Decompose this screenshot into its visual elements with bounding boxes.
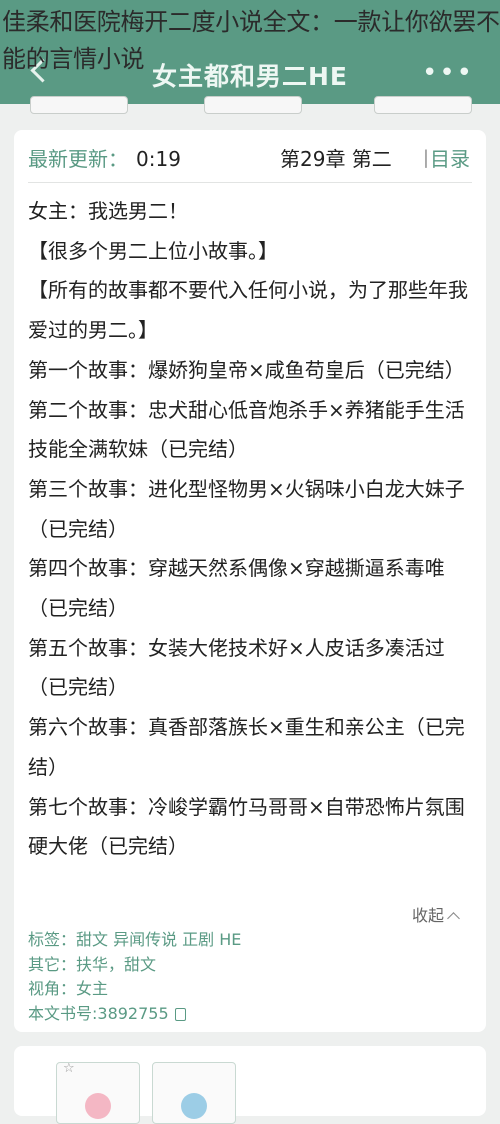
- intro-line: 女主：我选男二！: [28, 199, 188, 223]
- intro-line: 第七个故事：冷峻学霸竹马哥哥×自带恐怖片氛围硬大佬（已完结）: [28, 794, 465, 859]
- book-cover[interactable]: ☆: [56, 1062, 140, 1124]
- others-row: 其它：扶华，甜文: [28, 954, 157, 974]
- intro-line: 【所有的故事都不要代入任何小说，为了那些年我爱过的男二。】: [28, 278, 468, 343]
- latest-update-time: 0:19: [136, 147, 181, 171]
- sub-tab-2[interactable]: [204, 96, 302, 114]
- intro-line: 【很多个男二上位小故事。】: [28, 238, 278, 263]
- latest-update-row: 最新更新： 0:19 第29章 第二 丨 目录: [28, 144, 472, 174]
- divider: [28, 182, 472, 183]
- copy-icon[interactable]: [174, 1007, 186, 1021]
- book-cover[interactable]: [152, 1062, 236, 1124]
- collapse-label: 收起: [411, 906, 444, 925]
- intro-line: 第五个故事：女装大佬技术好×人皮话多凑活过（已完结）: [28, 635, 445, 700]
- sub-tab-1[interactable]: [30, 96, 128, 114]
- cover-art: [85, 1093, 111, 1119]
- intro-line: 第三个故事：进化型怪物男×火锅味小白龙大妹子（已完结）: [28, 476, 465, 541]
- book-info-card: 最新更新： 0:19 第29章 第二 丨 目录 女主：我选男二！ 【很多个男二上…: [14, 130, 486, 1032]
- collapse-button[interactable]: 收起: [411, 902, 460, 926]
- overlay-title: 佳柔和医院梅开二度小说全文：一款让你欲罢不能的言情小说: [2, 8, 500, 73]
- toc-link[interactable]: 目录: [430, 144, 470, 174]
- book-meta: 标签：甜文 异闻传说 正剧 HE 其它：扶华，甜文 视角：女主 本文书号:389…: [28, 928, 468, 1026]
- intro-line: 第二个故事：忠犬甜心低音炮杀手×养猪能手生活技能全满软妹（已完结）: [28, 397, 465, 462]
- sub-tab-3[interactable]: [374, 96, 472, 114]
- sub-tabs: [0, 96, 500, 116]
- tags-row[interactable]: 标签：甜文 异闻传说 正剧 HE: [28, 928, 468, 953]
- intro-line: 第六个故事：真香部落族长×重生和亲公主（已完结）: [28, 715, 465, 779]
- latest-chapter-link[interactable]: 第29章 第二: [280, 144, 392, 174]
- cover-art: [181, 1093, 207, 1119]
- book-id: 本文书号:3892755: [28, 1003, 169, 1023]
- latest-update-label: 最新更新：: [28, 147, 128, 171]
- book-intro: 女主：我选男二！ 【很多个男二上位小故事。】 【所有的故事都不要代入任何小说，为…: [28, 192, 472, 867]
- intro-line: 第一个故事：爆娇狗皇帝×咸鱼苟皇后（已完结）: [28, 357, 465, 382]
- related-books-card: ☆: [14, 1046, 486, 1124]
- top-bar: 女主都和男二HE ••• 佳柔和医院梅开二度小说全文：一款让你欲罢不能的言情小说: [0, 0, 500, 104]
- intro-line: 第四个故事：穿越天然系偶像×穿越撕逼系毒唯（已完结）: [28, 556, 445, 621]
- chevron-up-icon: [447, 912, 460, 925]
- star-icon: ☆: [63, 1062, 75, 1076]
- pov-row: 视角：女主: [28, 979, 109, 998]
- book-id-row: 本文书号:3892755: [28, 1002, 468, 1027]
